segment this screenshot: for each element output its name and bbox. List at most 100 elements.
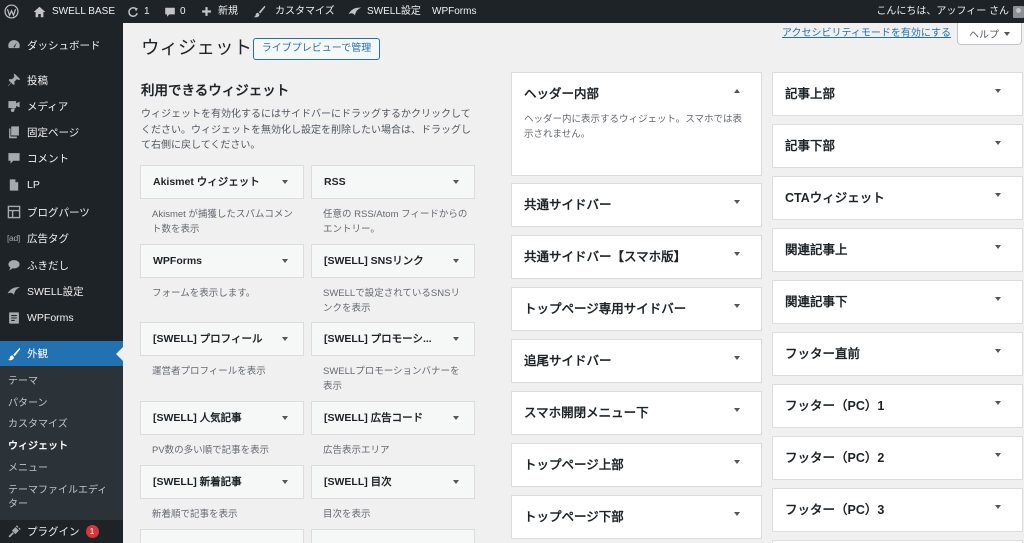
chevron-down-icon[interactable] [282,180,288,184]
widget-partial[interactable] [140,529,304,543]
widget-title: WPForms [153,255,203,267]
widget-swell-sns-links[interactable]: [SWELL] SNSリンク [311,244,475,278]
chevron-down-icon[interactable] [734,304,740,308]
chevron-down-icon[interactable] [995,193,1001,197]
chevron-down-icon[interactable] [453,337,459,341]
widget-swell-ad-code[interactable]: [SWELL] 広告コード [311,401,475,435]
widget-swell-new-posts[interactable]: [SWELL] 新着記事 [140,465,304,499]
widget-area-cta[interactable]: CTAウィジェット [772,176,1023,220]
widget-area-after-article[interactable]: 記事下部 [772,124,1023,168]
widget-title: Akismet ウィジェット [153,176,260,188]
wpforms-menu[interactable]: WPForms [432,0,476,23]
help-button[interactable]: ヘルプ [957,23,1022,45]
chevron-down-icon[interactable] [734,200,740,204]
updates-menu[interactable]: 1 [127,0,150,23]
chevron-down-icon[interactable] [995,349,1001,353]
comments-menu[interactable]: 0 [164,0,186,23]
chevron-down-icon[interactable] [995,401,1001,405]
wordpress-logo-icon [4,4,19,19]
widget-area-top-page-sidebar[interactable]: トップページ専用サイドバー [511,287,762,331]
chevron-down-icon[interactable] [995,297,1001,301]
widget-area-before-article[interactable]: 記事上部 [772,72,1023,116]
widget-description: PV数の多い順で記事を表示 [152,445,270,456]
avatar[interactable] [1013,6,1024,18]
widget-partial[interactable] [311,529,475,543]
chevron-down-icon[interactable] [995,505,1001,509]
customize-menu[interactable]: カスタマイズ [253,0,335,23]
chevron-down-icon[interactable] [282,416,288,420]
accessibility-mode-link[interactable]: アクセシビリティモードを有効にする [782,27,951,41]
widget-akismet[interactable]: Akismet ウィジェット [140,165,304,199]
submenu-item-menus[interactable]: メニュー [0,458,123,480]
submenu-item-customize[interactable]: カスタマイズ [0,414,123,436]
menu-item-comments[interactable]: コメント [0,145,123,171]
new-content-menu[interactable]: 新規 [201,0,238,23]
widget-area-title: フッター（PC）3 [785,503,885,517]
widget-area-footer-pc-3[interactable]: フッター（PC）3 [772,488,1023,532]
menu-item-media[interactable]: メディア [0,93,123,119]
menu-item-speech-bubbles[interactable]: ふきだし [0,252,123,278]
paintbrush-icon [253,5,266,18]
widget-swell-popular-posts[interactable]: [SWELL] 人気記事 [140,401,304,435]
chevron-down-icon[interactable] [734,408,740,412]
chevron-down-icon[interactable] [453,416,459,420]
widget-area-common-sidebar-mobile[interactable]: 共通サイドバー【スマホ版】 [511,235,762,279]
chevron-down-icon[interactable] [734,252,740,256]
menu-item-appearance[interactable]: 外観 [0,341,123,366]
chevron-down-icon[interactable] [282,337,288,341]
wpforms-icon [0,311,27,325]
submenu-item-theme-file-editor[interactable]: テーマファイルエディター [0,484,123,512]
comments-count: 0 [180,6,186,17]
menu-item-pages[interactable]: 固定ページ [0,119,123,145]
submenu-item-patterns[interactable]: パターン [0,393,123,415]
chevron-down-icon[interactable] [282,480,288,484]
account-menu[interactable]: こんにちは、アッフィー さん [876,0,1009,23]
submenu-item-widgets[interactable]: ウィジェット [0,436,123,458]
available-widgets-heading: 利用できるウィジェット [141,83,290,98]
chevron-down-icon[interactable] [995,245,1001,249]
widget-swell-promotion[interactable]: [SWELL] プロモーシ... [311,322,475,356]
widget-wpforms[interactable]: WPForms [140,244,304,278]
widget-area-mobile-menu-bottom[interactable]: スマホ開閉メニュー下 [511,391,762,435]
menu-item-blog-parts[interactable]: ブログパーツ [0,199,123,225]
chevron-down-icon[interactable] [734,512,740,516]
widget-area-top-page-top[interactable]: トップページ上部 [511,443,762,487]
chevron-down-icon[interactable] [995,89,1001,93]
widget-rss[interactable]: RSS [311,165,475,199]
admin-bar: SWELL BASE 1 0 新規 カスタマイズ SWELL設定 WPForms… [0,0,1024,23]
submenu-item-themes[interactable]: テーマ [0,371,123,393]
chevron-down-icon[interactable] [995,141,1001,145]
widget-area-title: トップページ上部 [524,458,624,472]
chevron-down-icon[interactable] [453,480,459,484]
widget-area-related-bottom[interactable]: 関連記事下 [772,280,1023,324]
widget-area-footer-pc-1[interactable]: フッター（PC）1 [772,384,1023,428]
widget-swell-toc[interactable]: [SWELL] 目次 [311,465,475,499]
widget-area-footer-pc-2[interactable]: フッター（PC）2 [772,436,1023,480]
chevron-down-icon[interactable] [282,259,288,263]
widget-area-title: 共通サイドバー [524,198,612,212]
chevron-down-icon[interactable] [453,180,459,184]
swell-settings-menu[interactable]: SWELL設定 [348,0,421,23]
chevron-up-icon[interactable] [734,89,740,93]
widget-swell-profile[interactable]: [SWELL] プロフィール [140,322,304,356]
chevron-down-icon[interactable] [453,259,459,263]
widget-area-sticky-sidebar[interactable]: 追尾サイドバー [511,339,762,383]
menu-item-swell-settings[interactable]: SWELL設定 [0,278,123,304]
menu-item-plugins[interactable]: プラグイン 1 [0,520,123,543]
menu-item-posts[interactable]: 投稿 [0,67,123,93]
widget-area-related-top[interactable]: 関連記事上 [772,228,1023,272]
site-name-menu[interactable]: SWELL BASE [33,0,115,23]
widget-area-top-page-bottom[interactable]: トップページ下部 [511,495,762,539]
widget-area-header-inner[interactable]: ヘッダー内部 ヘッダー内に表示するウィジェット。スマホでは表示されません。 [511,72,762,176]
chevron-down-icon[interactable] [734,356,740,360]
wordpress-logo-menu[interactable] [4,0,19,23]
menu-item-wpforms[interactable]: WPForms [0,305,123,331]
live-preview-button[interactable]: ライブプレビューで管理 [253,38,380,60]
chevron-down-icon[interactable] [734,460,740,464]
menu-item-dashboard[interactable]: ダッシュボード [0,32,123,58]
widget-area-before-footer[interactable]: フッター直前 [772,332,1023,376]
chevron-down-icon[interactable] [995,453,1001,457]
widget-area-common-sidebar[interactable]: 共通サイドバー [511,183,762,227]
menu-item-ad-tags[interactable]: [ad] 広告タグ [0,225,123,251]
menu-item-lp[interactable]: LP [0,172,123,198]
